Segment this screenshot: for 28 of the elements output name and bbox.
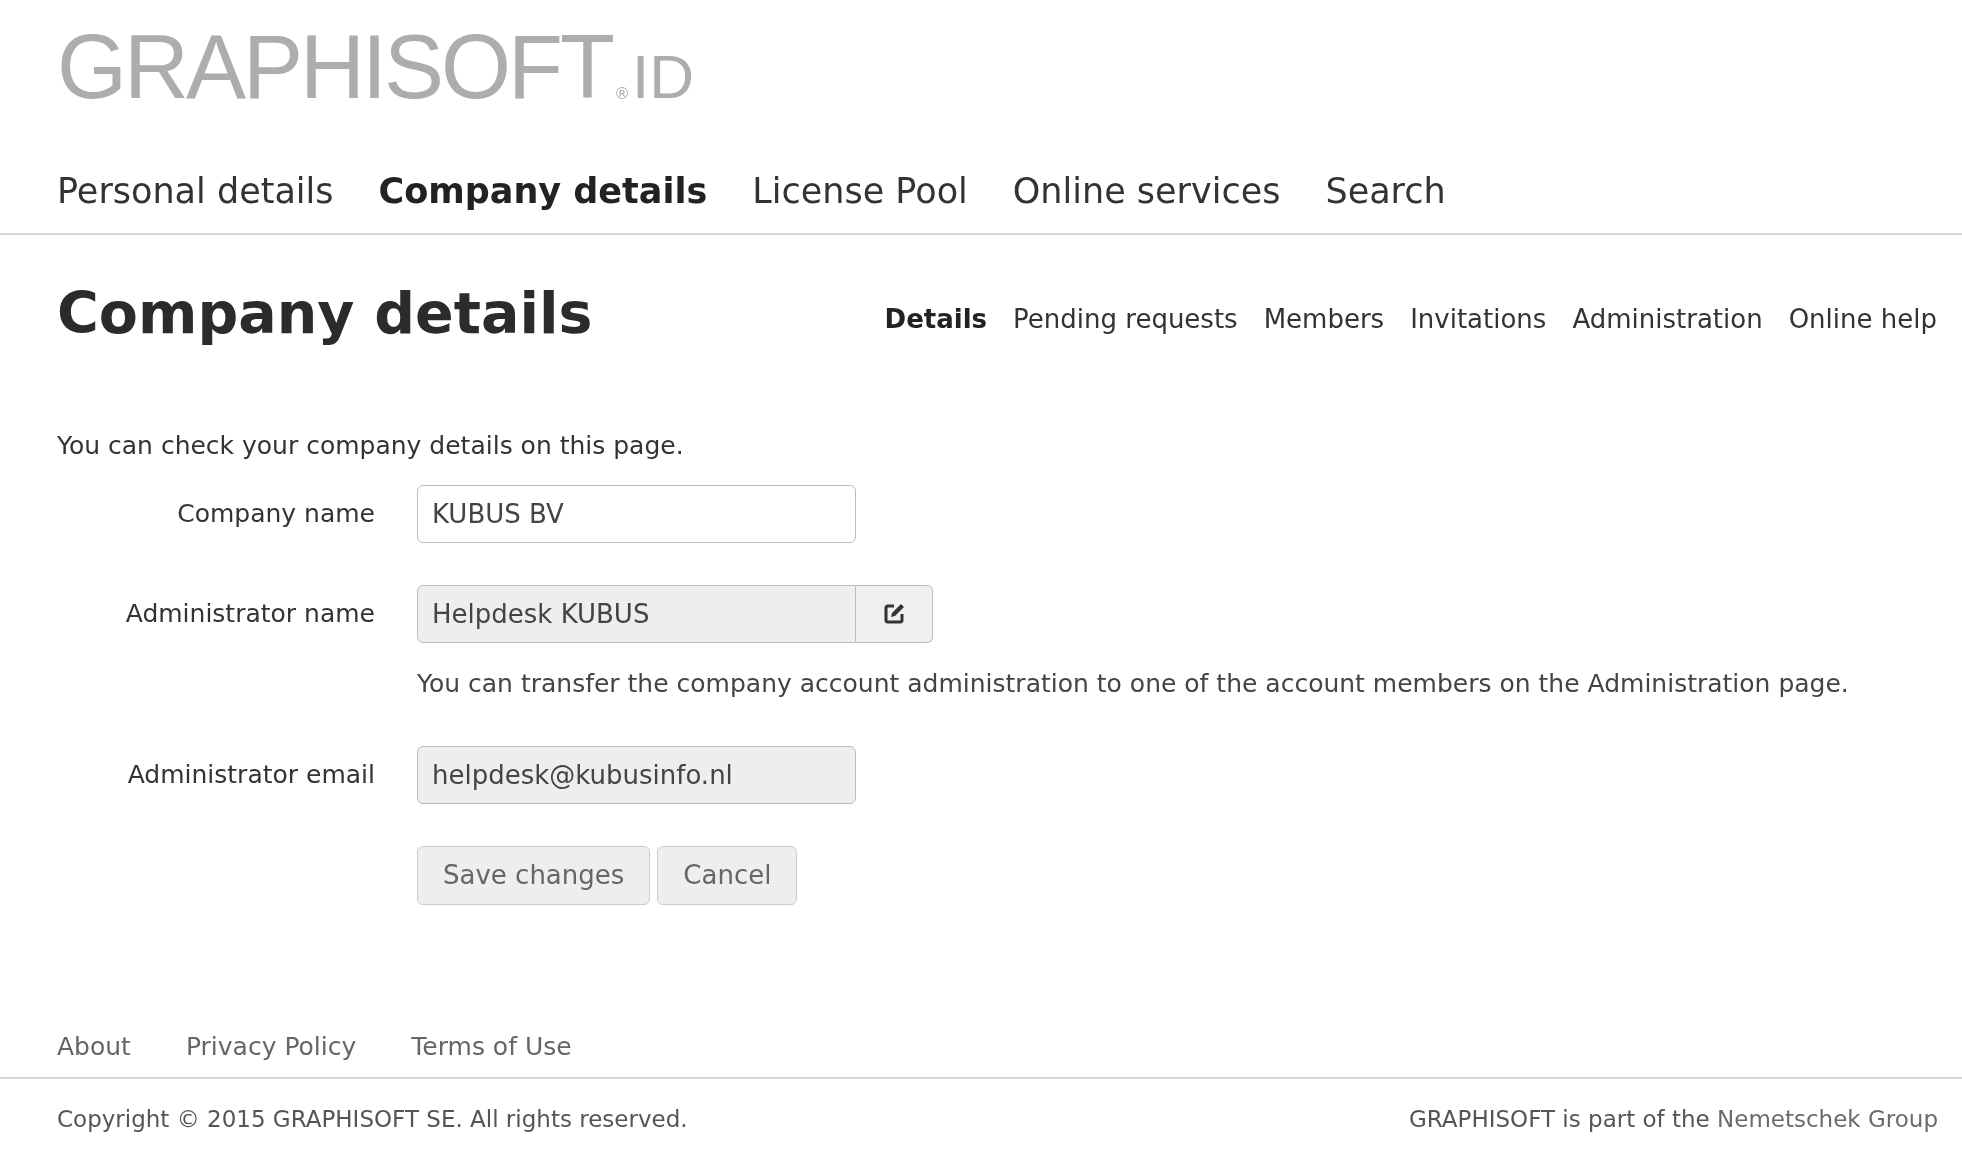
nav-tab[interactable]: Personal details xyxy=(57,165,334,218)
sub-nav-tab[interactable]: Pending requests xyxy=(1013,299,1238,339)
page-title: Company details xyxy=(57,279,593,349)
footer-link[interactable]: Terms of Use xyxy=(411,1028,572,1066)
group-note: GRAPHISOFT is part of the Nemetschek Group xyxy=(1408,1104,1938,1134)
field-label: Company name xyxy=(176,497,375,530)
edit-icon xyxy=(882,601,906,626)
footer-link[interactable]: About xyxy=(57,1028,131,1066)
field-label: Administrator email xyxy=(126,759,375,792)
sub-nav-tab[interactable]: Administration xyxy=(1572,299,1763,339)
sub-nav-tab[interactable]: Invitations xyxy=(1410,299,1547,339)
field-label: Administrator name xyxy=(124,597,375,630)
nav-tab[interactable]: Search xyxy=(1325,165,1446,218)
nav-tab[interactable]: Company details xyxy=(378,165,708,218)
graphisoft-id-logo: GRAPHISOFT®ID xyxy=(57,22,695,112)
help-text: You can transfer the company account administration to one of the account members on the Administration page. xyxy=(417,667,1850,700)
sub-nav-tab[interactable]: Online help xyxy=(1788,299,1937,339)
intro-text: You can check your company details on this page. xyxy=(56,430,685,462)
text-field[interactable]: KUBUS BV xyxy=(417,484,856,543)
form-button[interactable]: Cancel xyxy=(657,846,798,905)
footer-link[interactable]: Privacy Policy xyxy=(185,1028,357,1066)
nav-tab[interactable]: Online services xyxy=(1012,165,1281,218)
copyright-text: Copyright © 2015 GRAPHISOFT SE. All rights reserved. xyxy=(57,1104,688,1134)
form-button[interactable]: Save changes xyxy=(417,846,651,905)
nemetschek-link[interactable]: Nemetschek Group xyxy=(1717,1105,1938,1132)
sub-nav-tab[interactable]: Members xyxy=(1263,299,1385,339)
sub-nav-tab[interactable]: Details xyxy=(884,299,988,339)
nav-tab[interactable]: License Pool xyxy=(752,165,968,218)
